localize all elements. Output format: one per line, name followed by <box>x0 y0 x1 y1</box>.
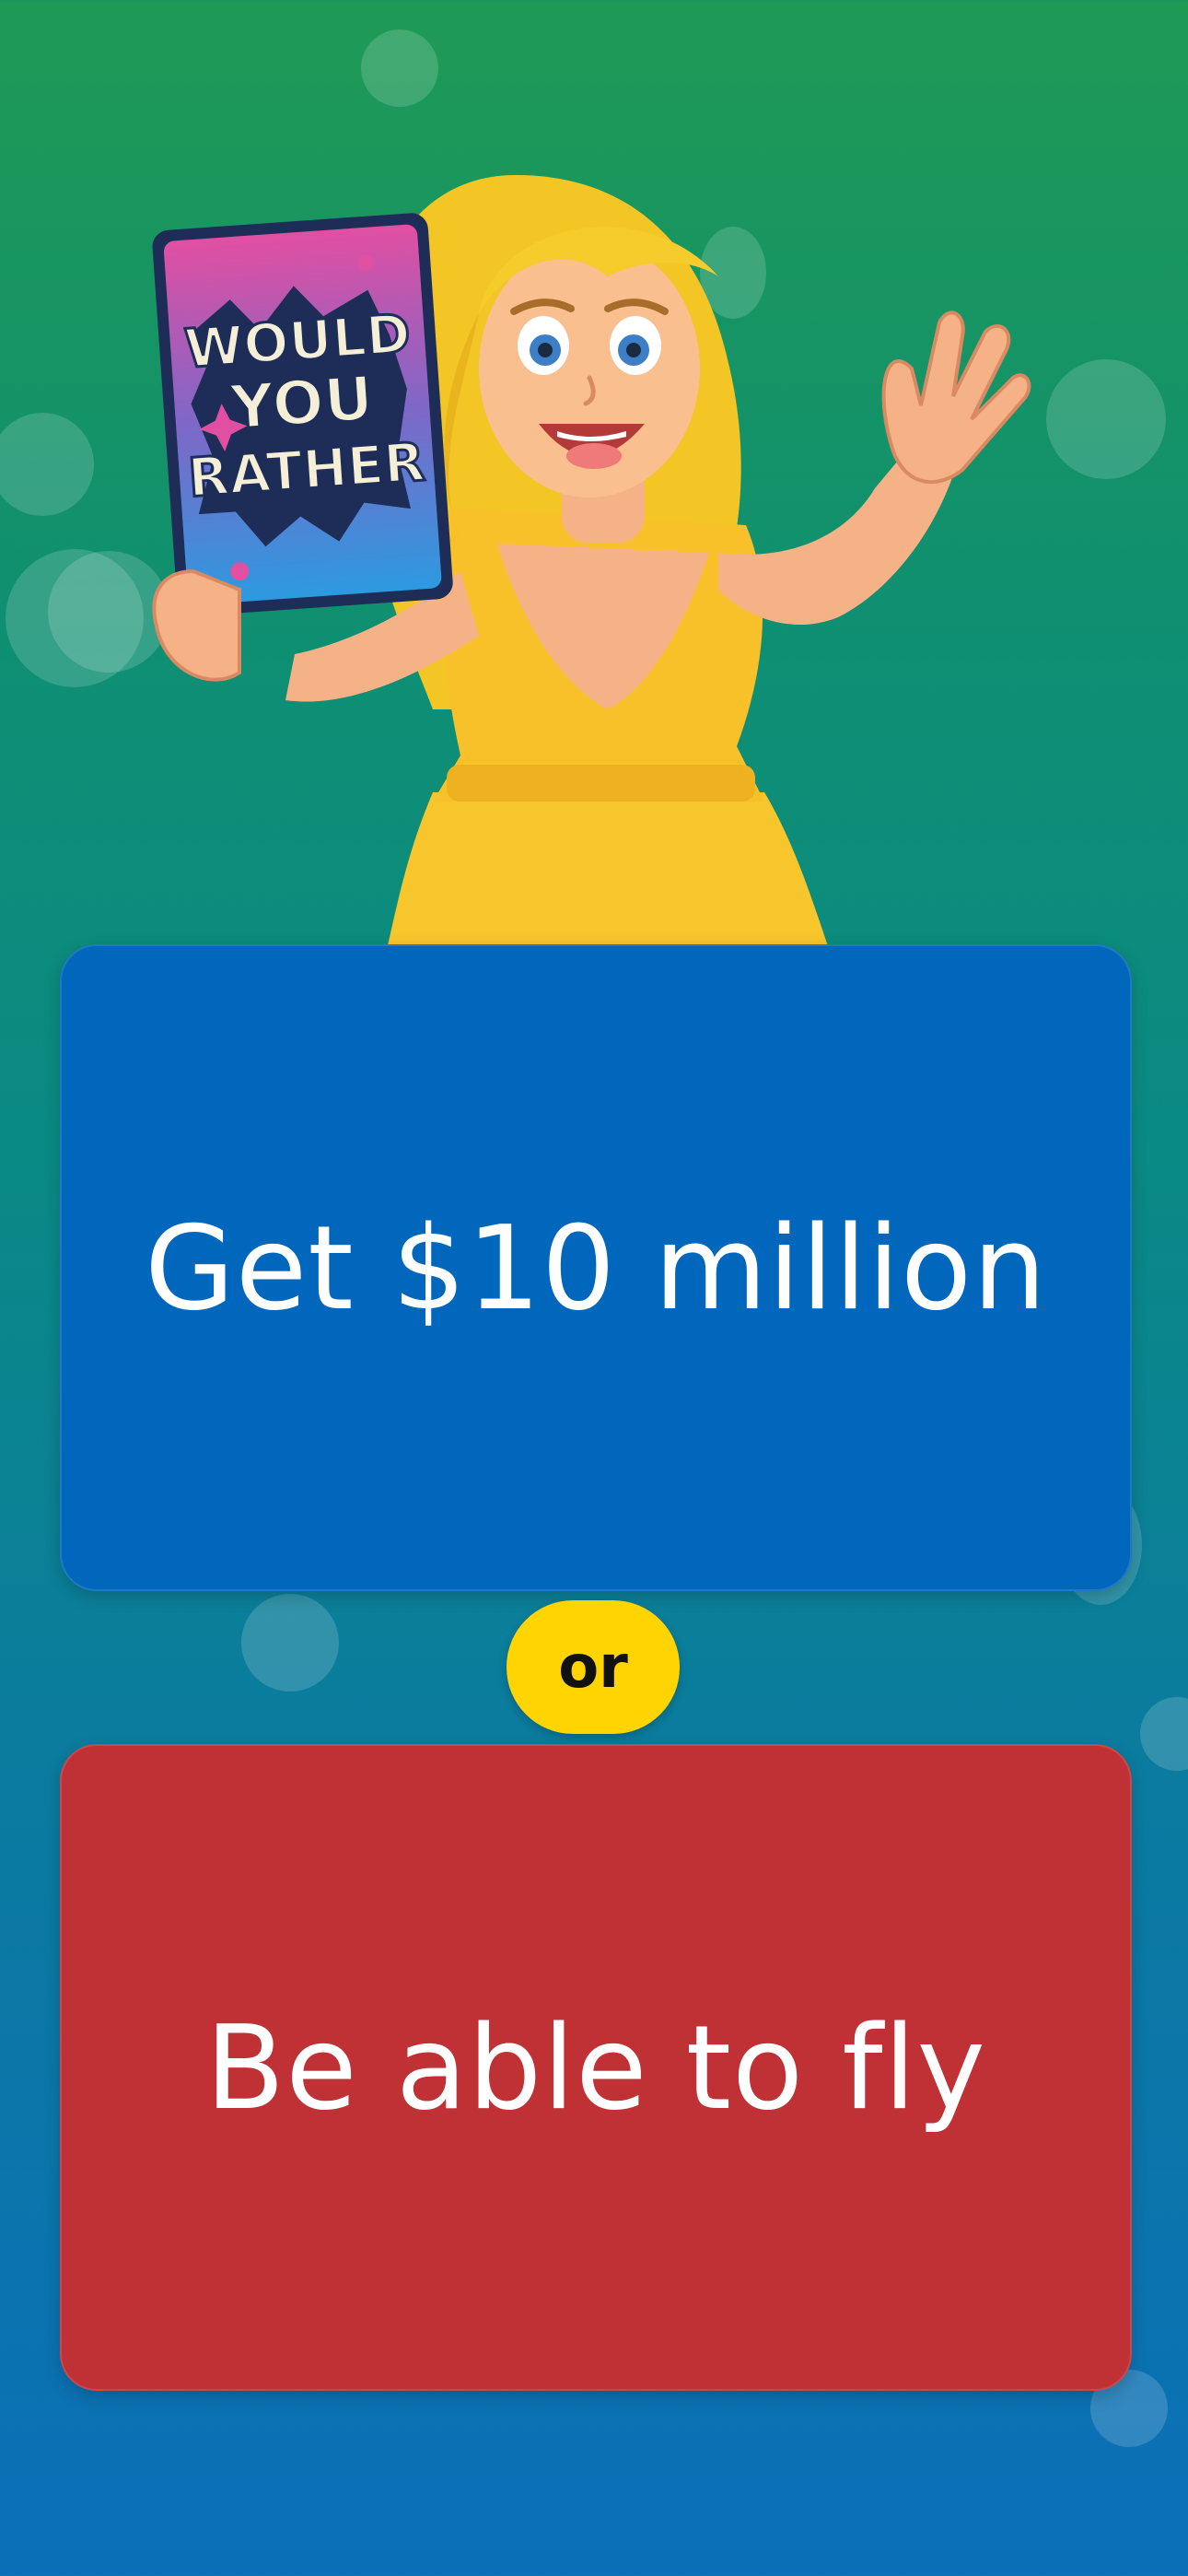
sign-line-2: YOU <box>227 363 376 444</box>
or-label: or <box>558 1633 628 1702</box>
background-bubble <box>1046 359 1166 479</box>
hero-illustration: WOULD YOU RATHER <box>152 175 1031 949</box>
background-bubble <box>241 1594 339 1692</box>
background-bubble <box>0 413 94 516</box>
or-badge: or <box>507 1600 680 1734</box>
option-b-button[interactable]: Be able to fly <box>60 1744 1132 2391</box>
option-a-button[interactable]: Get $10 million <box>60 944 1132 1591</box>
option-b-label: Be able to fly <box>204 1999 987 2136</box>
background-bubble <box>361 29 438 107</box>
option-a-label: Get $10 million <box>145 1200 1047 1336</box>
background-bubble <box>1140 1697 1188 1771</box>
